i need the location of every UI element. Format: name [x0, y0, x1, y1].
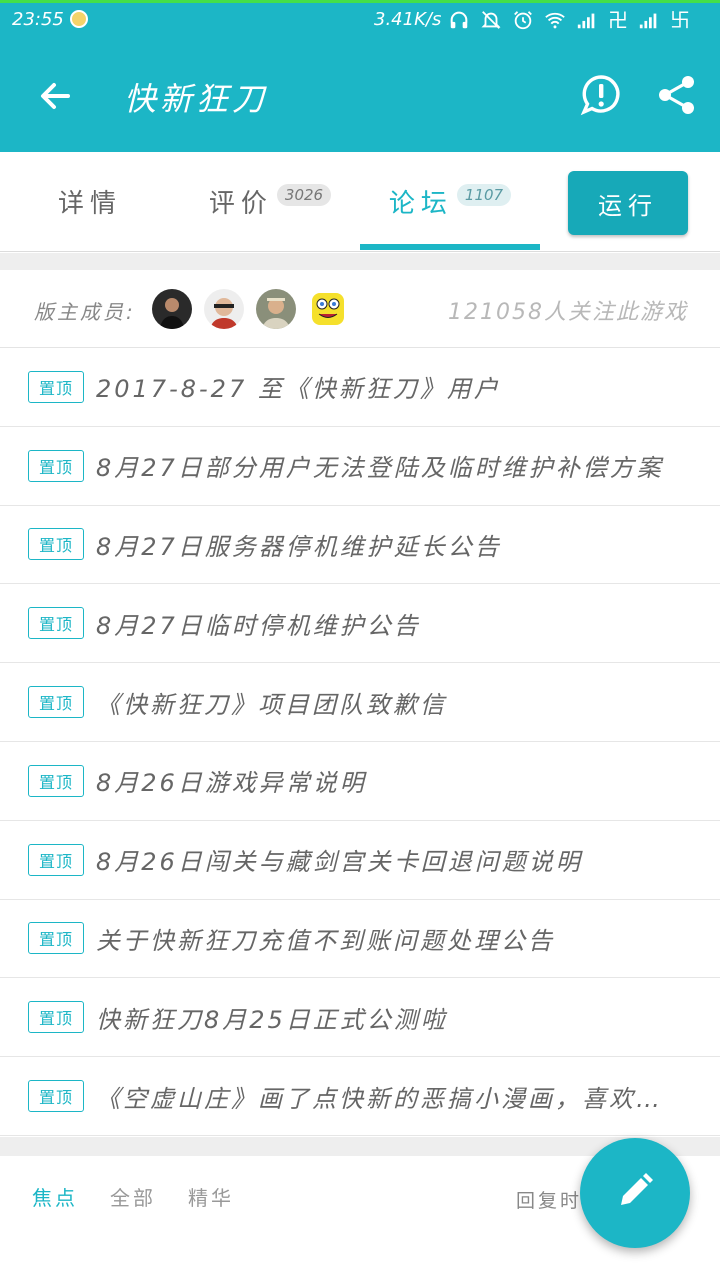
tab-reviews-count: 3026	[276, 184, 332, 206]
filter-focus[interactable]: 焦点	[32, 1182, 78, 1211]
moderators-row: 版主成员: 121058人关注此游戏	[0, 270, 720, 348]
compose-post-button[interactable]	[580, 1138, 690, 1248]
run-button[interactable]: 运行	[568, 171, 688, 235]
tab-bar: 详情 评价 3026 论坛 1107 运行	[0, 152, 720, 252]
list-item[interactable]: 置顶 8月27日部分用户无法登陆及临时维护补偿方案	[0, 426, 720, 506]
back-arrow-icon[interactable]	[34, 74, 78, 118]
pinned-badge: 置顶	[28, 607, 84, 640]
list-item[interactable]: 置顶 8月27日服务器停机维护延长公告	[0, 505, 720, 585]
list-item[interactable]: 置顶 《快新狂刀》项目团队致歉信	[0, 663, 720, 742]
post-title: 8月27日临时停机维护公告	[96, 611, 421, 640]
filter-essence[interactable]: 精华	[188, 1182, 234, 1211]
page-title: 快新狂刀	[124, 80, 269, 118]
moderator-avatar-1[interactable]	[152, 289, 192, 329]
tab-forum-count: 1107	[456, 184, 512, 206]
followers-count: 121058人关注此游戏	[448, 300, 688, 325]
pencil-icon	[615, 1171, 655, 1215]
post-title: 8月27日服务器停机维护延长公告	[96, 532, 502, 561]
share-icon[interactable]	[656, 74, 698, 116]
status-time: 23:55	[12, 9, 64, 30]
pinned-post-list: 置顶 2017-8-27 至《快新狂刀》用户 置顶 8月27日部分用户无法登陆及临时…	[0, 348, 720, 1136]
notification-app-icon	[70, 10, 88, 28]
pinned-badge: 置顶	[28, 764, 84, 797]
pinned-badge: 置顶	[28, 1001, 84, 1034]
signal-icon-2	[638, 9, 660, 31]
list-item[interactable]: 置顶 2017-8-27 至《快新狂刀》用户	[0, 348, 720, 427]
post-title: 2017-8-27 至《快新狂刀》用户	[96, 375, 501, 404]
tab-forum[interactable]: 论坛 1107	[360, 152, 540, 250]
section-divider	[0, 253, 720, 270]
list-item[interactable]: 置顶 关于快新狂刀充值不到账问题处理公告	[0, 899, 720, 979]
tab-forum-label: 论坛	[388, 188, 453, 219]
sim-1-glyph: 卍	[608, 8, 628, 32]
list-item[interactable]: 置顶 8月26日游戏异常说明	[0, 741, 720, 821]
pinned-badge: 置顶	[28, 686, 84, 719]
active-tab-indicator	[360, 244, 540, 250]
pinned-badge: 置顶	[28, 370, 84, 403]
list-item[interactable]: 置顶 快新狂刀8月25日正式公测啦	[0, 978, 720, 1058]
report-icon[interactable]	[580, 74, 622, 116]
moderator-avatar-3[interactable]	[256, 289, 296, 329]
status-icons: 卍 卐	[448, 6, 690, 34]
headphones-icon	[448, 9, 470, 31]
pinned-badge: 置顶	[28, 922, 84, 955]
app-bar: 快新狂刀	[0, 40, 720, 152]
pinned-badge: 置顶	[28, 843, 84, 876]
network-speed: 3.41K/s	[374, 9, 442, 30]
pinned-badge: 置顶	[28, 1080, 84, 1113]
list-item[interactable]: 置顶 8月27日临时停机维护公告	[0, 584, 720, 664]
moderators-label: 版主成员:	[34, 300, 136, 324]
list-item[interactable]: 置顶《空虚山庄》画了点快新的恶搞小漫画，喜欢的可以看看	[0, 1057, 720, 1136]
bell-muted-icon	[480, 9, 502, 31]
signal-icon	[576, 9, 598, 31]
post-title: 快新狂刀8月25日正式公测啦	[96, 1005, 448, 1034]
wifi-icon	[544, 9, 566, 31]
post-title: 8月27日部分用户无法登陆及临时维护补偿方案	[96, 454, 664, 483]
status-bar: 23:55 3.41K/s 卍 卐	[0, 0, 720, 40]
tab-details[interactable]: 详情	[0, 152, 180, 250]
moderator-avatar-2[interactable]	[204, 289, 244, 329]
post-title: 8月26日游戏异常说明	[96, 769, 367, 798]
pinned-badge: 置顶	[28, 449, 84, 482]
filter-all[interactable]: 全部	[110, 1182, 156, 1211]
moderator-avatar-4[interactable]	[308, 289, 348, 329]
post-title: 《快新狂刀》项目团队致歉信	[96, 690, 447, 719]
tab-reviews[interactable]: 评价 3026	[180, 152, 360, 250]
alarm-icon	[512, 9, 534, 31]
status-progress-line	[0, 0, 720, 3]
tab-details-label: 详情	[57, 188, 122, 219]
post-title: 关于快新狂刀充值不到账问题处理公告	[96, 926, 555, 955]
sim-2-glyph: 卐	[670, 8, 690, 32]
post-title: 8月26日闯关与藏剑宫关卡回退问题说明	[96, 848, 583, 877]
pinned-badge: 置顶	[28, 528, 84, 561]
tab-reviews-label: 评价	[208, 188, 273, 219]
list-item[interactable]: 置顶 8月26日闯关与藏剑宫关卡回退问题说明	[0, 820, 720, 900]
post-title: 《空虚山庄》画了点快新的恶搞小漫画，喜欢的可以看看	[96, 1084, 680, 1113]
